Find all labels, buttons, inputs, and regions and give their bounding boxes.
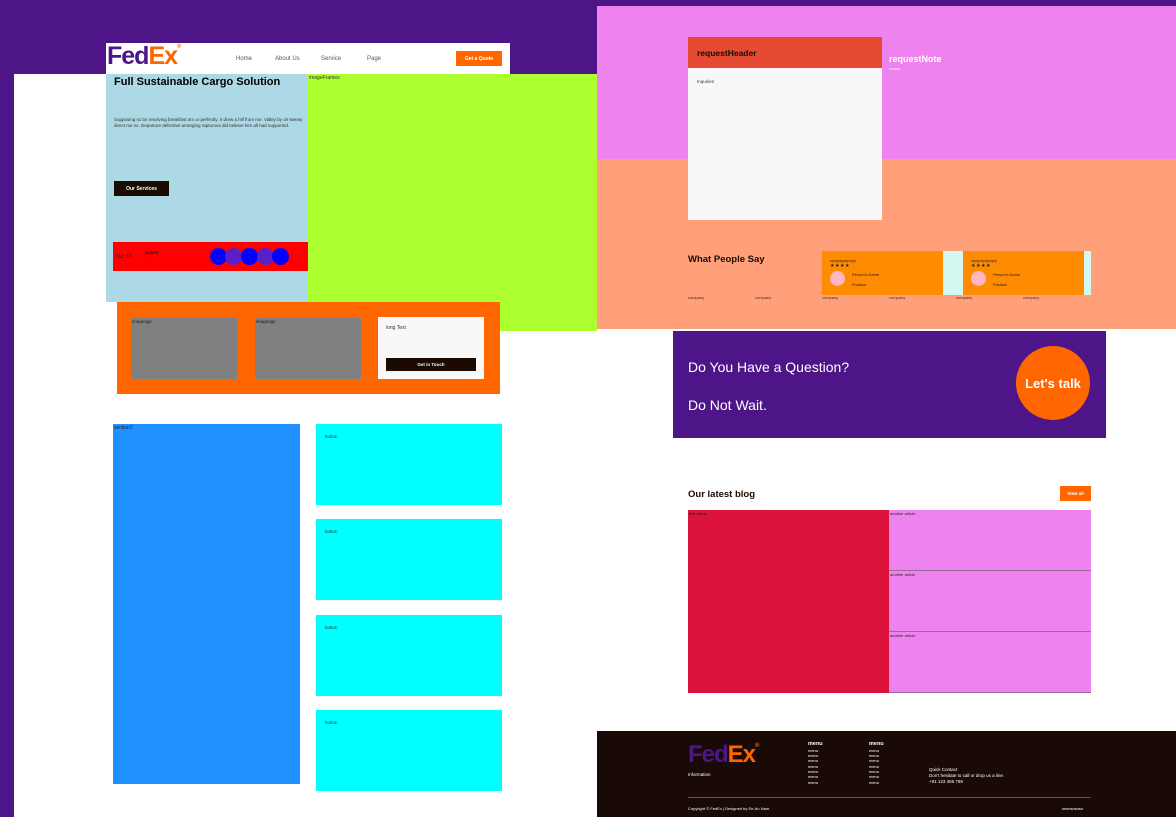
fedex-logo[interactable]: FedEx® xyxy=(107,42,182,70)
quick-contact-phone[interactable]: +91 123 456 789 xyxy=(929,779,963,784)
company-logo-text: company xyxy=(755,295,772,300)
footer-menu-heading: menu xyxy=(808,741,823,747)
view-all-button[interactable]: View all xyxy=(1060,486,1091,501)
logo-ex-text: Ex xyxy=(148,42,178,70)
get-quote-button[interactable]: Get a Quote xyxy=(456,51,502,66)
feature-button-4-label: button xyxy=(325,720,338,725)
request-note-title: requestNote xyxy=(889,54,942,64)
footer-menu-link[interactable]: menu xyxy=(808,774,818,779)
logo-fed-text: Fed xyxy=(107,42,149,70)
carousel-dot[interactable] xyxy=(225,248,242,265)
strip-title: Safety xyxy=(145,250,159,255)
testimonial-position: Position xyxy=(993,282,1008,287)
logo-fed-text: Fed xyxy=(688,741,729,768)
image-frame xyxy=(308,74,597,331)
nav-link-home[interactable]: Home xyxy=(236,56,252,62)
hero-title: Full Sustainable Cargo Solution xyxy=(114,76,281,88)
company-logo-text: company xyxy=(822,295,839,300)
article-card-label: another article xyxy=(890,633,916,638)
footer-divider xyxy=(688,797,1091,798)
featured-article[interactable] xyxy=(688,510,889,693)
feature-button-3-label: button xyxy=(325,625,338,630)
quick-contact-title: Quick Contact xyxy=(929,767,958,772)
strip-subtitle: — xyxy=(145,256,149,261)
footer-fedex-logo[interactable]: FedEx® xyxy=(688,741,760,768)
testimonial-section xyxy=(597,159,1176,329)
logo-reg-mark: ® xyxy=(755,743,760,749)
article-card[interactable] xyxy=(889,571,1091,632)
avatar xyxy=(830,271,845,286)
footer-information: Information xyxy=(688,772,711,777)
feature-button-1[interactable] xyxy=(316,424,502,505)
request-body-text: Inquiries xyxy=(697,79,715,84)
hero-description: Supposing so be resolving breakfast am o… xyxy=(114,117,303,128)
feature-button-4[interactable] xyxy=(316,710,502,791)
article-card[interactable] xyxy=(889,632,1091,693)
rating-stars: ★★★★ xyxy=(971,263,991,269)
nav-link-service[interactable]: Service xyxy=(321,56,341,62)
company-logo-text: company xyxy=(1023,295,1040,300)
testimonial-spacer xyxy=(943,251,963,295)
feature-button-2-label: button xyxy=(325,529,338,534)
logo-reg-mark: ® xyxy=(177,44,182,50)
footer-right-text: snsnsnsnsn xyxy=(1062,806,1084,811)
feature-button-2[interactable] xyxy=(316,519,502,600)
nav-link-about[interactable]: About Us xyxy=(275,56,300,62)
logo-ex-text: Ex xyxy=(727,741,756,768)
carousel-dot[interactable] xyxy=(272,248,289,265)
article-card[interactable] xyxy=(889,510,1091,571)
footer-copyright: Copyright © FedEx | Designed by Ee-An Na… xyxy=(688,806,770,811)
request-section xyxy=(597,6,1176,159)
contact-card-text: long Text xyxy=(386,325,406,331)
promo-image-2-label: imageage xyxy=(256,319,276,324)
question-subheading: Do Not Wait. xyxy=(688,397,767,413)
footer-menu-link[interactable]: menu xyxy=(869,774,879,779)
footer-menu-link[interactable]: menu xyxy=(869,780,879,785)
promo-image-1 xyxy=(131,318,237,379)
request-note-subtitle: contact xyxy=(889,67,901,71)
section-panel xyxy=(113,424,300,784)
promo-image-1-label: imageage xyxy=(132,319,152,324)
carousel-dot[interactable] xyxy=(241,248,258,265)
our-services-button[interactable]: Our Services xyxy=(114,181,169,196)
footer-menu-link[interactable]: menu xyxy=(869,758,879,763)
section-label: section7 xyxy=(114,425,133,431)
footer-menu-link[interactable]: menu xyxy=(808,758,818,763)
company-logo-text: company xyxy=(889,295,906,300)
testimonials-title: What People Say xyxy=(688,254,765,265)
strip-code: Svc 12 xyxy=(116,254,132,260)
get-in-touch-button[interactable]: Get in Touch xyxy=(386,358,476,371)
rating-stars: ★★★★ xyxy=(830,263,850,269)
footer-menu-heading: menu xyxy=(869,741,884,747)
article-card-label: another article xyxy=(890,572,916,577)
testimonial-position: Position xyxy=(852,282,867,287)
article-card-label: another article xyxy=(890,511,916,516)
feature-button-3[interactable] xyxy=(316,615,502,696)
testimonial-spacer xyxy=(1084,251,1091,295)
feature-button-1-label: button xyxy=(325,434,338,439)
testimonial-person-name: Person's Name xyxy=(852,272,880,277)
image-frame-label: imageFrames xyxy=(309,75,340,81)
testimonial-person-name: Person's Name xyxy=(993,272,1021,277)
featured-article-label: first article xyxy=(689,511,708,516)
promo-image-2 xyxy=(255,318,361,379)
footer-menu-link[interactable]: menu xyxy=(808,780,818,785)
blog-section-title: Our latest blog xyxy=(688,489,756,500)
company-logo-text: company xyxy=(956,295,973,300)
avatar xyxy=(971,271,986,286)
company-logo-text: company xyxy=(688,295,705,300)
lets-talk-button[interactable]: Let's talk xyxy=(1016,346,1090,420)
request-header-title: requestHeader xyxy=(697,48,757,58)
site-footer xyxy=(597,731,1176,817)
quick-contact-text: Don't hesitate to call or drop us a line… xyxy=(929,773,1005,778)
question-heading: Do You Have a Question? xyxy=(688,359,850,375)
nav-link-page[interactable]: Page xyxy=(367,56,381,62)
